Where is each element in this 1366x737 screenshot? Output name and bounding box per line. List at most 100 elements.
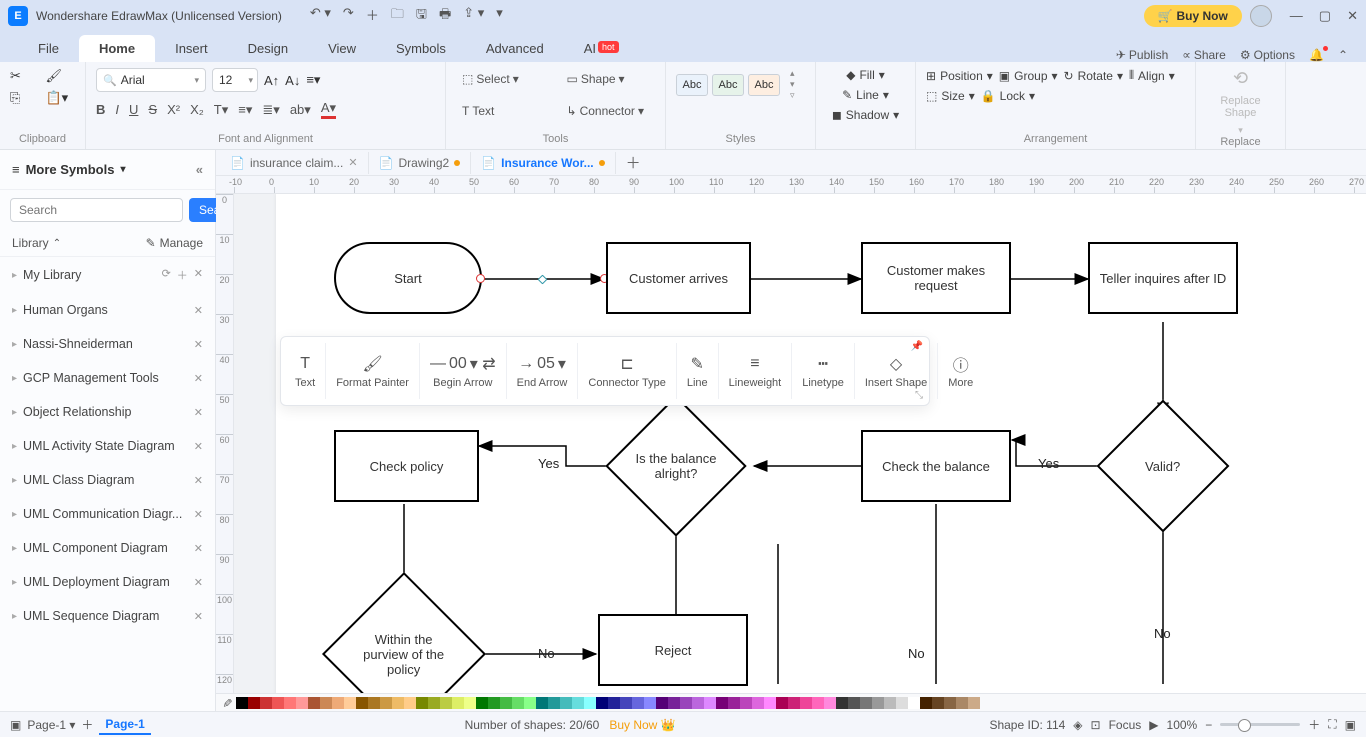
color-swatch[interactable] [776, 697, 788, 709]
zoom-slider[interactable] [1220, 723, 1300, 726]
open-icon[interactable]: 🗀 [391, 5, 404, 27]
add-page-button[interactable]: ＋ [81, 716, 93, 733]
group-button[interactable]: ▣ Group▾ [999, 69, 1058, 83]
remove-icon[interactable]: ✕ [194, 576, 203, 589]
presentation-icon[interactable]: ▶ [1149, 718, 1158, 732]
tab-view[interactable]: View [308, 35, 376, 62]
notification-icon[interactable]: 🔔 [1309, 48, 1324, 62]
styles-expand-icon[interactable]: ▿ [790, 90, 795, 101]
color-swatch[interactable] [968, 697, 980, 709]
process-shape[interactable]: Reject [598, 614, 748, 686]
color-swatch[interactable] [932, 697, 944, 709]
minimize-icon[interactable]: — [1290, 8, 1303, 24]
color-swatch[interactable] [284, 697, 296, 709]
text-tool[interactable]: T Text [456, 100, 551, 122]
color-swatch[interactable] [596, 697, 608, 709]
publish-button[interactable]: ✈ Publish [1116, 48, 1168, 62]
color-swatch[interactable] [584, 697, 596, 709]
remove-icon[interactable]: ✕ [194, 372, 203, 385]
position-button[interactable]: ⊞ Position▾ [926, 69, 993, 83]
add-tab-button[interactable]: ＋ [616, 152, 651, 173]
color-swatch[interactable] [452, 697, 464, 709]
manage-edit-icon[interactable]: ✎ [146, 236, 156, 250]
remove-icon[interactable]: ✕ [194, 474, 203, 487]
library-item[interactable]: Human Organs✕ [0, 293, 215, 327]
color-swatch[interactable] [428, 697, 440, 709]
refresh-icon[interactable]: ⟳ [162, 267, 171, 283]
connector-midpoint-icon[interactable] [538, 275, 548, 285]
color-swatch[interactable] [644, 697, 656, 709]
color-swatch[interactable] [692, 697, 704, 709]
undo-icon[interactable]: ↶ ▾ [310, 5, 331, 27]
status-buy-now-button[interactable]: Buy Now 👑 [609, 718, 675, 732]
library-collapse-icon[interactable]: ⌃ [53, 238, 61, 249]
color-swatch[interactable] [416, 697, 428, 709]
color-swatch[interactable] [884, 697, 896, 709]
color-swatch[interactable] [812, 697, 824, 709]
align-button[interactable]: ⫴ Align▾ [1129, 68, 1175, 83]
color-swatch[interactable] [728, 697, 740, 709]
ft-end-arrow-button[interactable]: → 05 ▾End Arrow [507, 343, 579, 399]
sidebar-collapse-icon[interactable]: « [196, 162, 203, 177]
font-size-select[interactable]: 12 [212, 68, 258, 92]
align-menu-icon[interactable]: ≡▾ [306, 72, 320, 88]
color-swatch[interactable] [704, 697, 716, 709]
style-preset-2[interactable]: Abc [712, 74, 744, 96]
color-swatch[interactable] [368, 697, 380, 709]
select-tool[interactable]: ⬚ Select▾ [456, 68, 551, 90]
remove-icon[interactable]: ✕ [194, 440, 203, 453]
tab-design[interactable]: Design [228, 35, 308, 62]
color-swatch[interactable] [896, 697, 908, 709]
zoom-out-button[interactable]: − [1205, 718, 1212, 732]
library-item[interactable]: Nassi-Shneiderman✕ [0, 327, 215, 361]
remove-icon[interactable]: ✕ [194, 508, 203, 521]
color-swatch[interactable] [920, 697, 932, 709]
color-swatch[interactable] [380, 697, 392, 709]
line-spacing-icon[interactable]: ≡▾ [238, 102, 252, 118]
paste-icon[interactable]: 📋▾ [46, 90, 76, 106]
text-case-icon[interactable]: ab▾ [290, 102, 311, 118]
start-shape[interactable]: Start [334, 242, 482, 314]
tab-ai[interactable]: AIhot [564, 35, 639, 62]
color-swatch[interactable] [800, 697, 812, 709]
process-shape[interactable]: Customer arrives [606, 242, 751, 314]
color-swatch[interactable] [392, 697, 404, 709]
connector-node-icon[interactable] [476, 274, 485, 283]
color-swatch[interactable] [716, 697, 728, 709]
ft-more-button[interactable]: ⓘMore [938, 343, 983, 399]
ft-insert-shape-button[interactable]: ◇Insert Shape [855, 343, 938, 399]
fullscreen-icon[interactable]: ▣ [1345, 718, 1356, 732]
color-swatch[interactable] [548, 697, 560, 709]
print-icon[interactable]: 🖶 [439, 5, 451, 27]
color-swatch[interactable] [500, 697, 512, 709]
shadow-button[interactable]: ◼ Shadow▾ [832, 108, 899, 122]
bold-button[interactable]: B [96, 102, 105, 117]
search-input[interactable] [10, 198, 183, 222]
font-color-icon[interactable]: A▾ [321, 100, 336, 119]
color-swatch[interactable] [344, 697, 356, 709]
italic-button[interactable]: I [115, 102, 119, 117]
library-item[interactable]: UML Deployment Diagram✕ [0, 565, 215, 599]
lock-button[interactable]: 🔒 Lock▾ [981, 89, 1035, 103]
layers-icon[interactable]: ◈ [1073, 718, 1082, 732]
connector-tool[interactable]: ↳ Connector▾ [561, 100, 656, 122]
document-tab[interactable]: 📄 Drawing2 [369, 152, 472, 174]
color-swatch[interactable] [788, 697, 800, 709]
shape-tool[interactable]: ▭ Shape▾ [561, 68, 656, 90]
library-item[interactable]: UML Component Diagram✕ [0, 531, 215, 565]
close-window-icon[interactable]: ✕ [1347, 8, 1358, 24]
library-item[interactable]: UML Activity State Diagram✕ [0, 429, 215, 463]
subscript-button[interactable]: X₂ [190, 102, 204, 117]
color-swatch[interactable] [836, 697, 848, 709]
color-swatch[interactable] [248, 697, 260, 709]
more-qat-icon[interactable]: ▾ [496, 5, 503, 27]
workspace[interactable]: document.write(Array.from({length:16},(_… [216, 194, 1366, 693]
color-swatch[interactable] [572, 697, 584, 709]
close-tab-icon[interactable]: ✕ [348, 156, 357, 169]
remove-icon[interactable]: ✕ [194, 542, 203, 555]
ft-format-painter-button[interactable]: 🖌Format Painter [326, 343, 420, 399]
color-swatch[interactable] [536, 697, 548, 709]
color-swatch[interactable] [440, 697, 452, 709]
maximize-icon[interactable]: ▢ [1319, 8, 1331, 24]
color-swatch[interactable] [668, 697, 680, 709]
